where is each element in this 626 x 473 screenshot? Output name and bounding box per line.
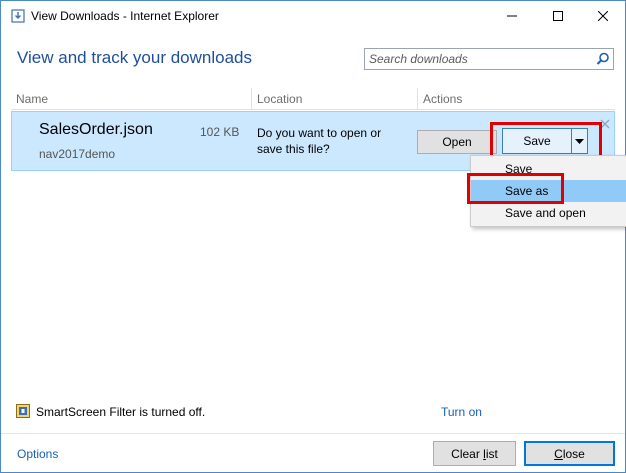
- search-input[interactable]: [365, 49, 591, 69]
- close-button[interactable]: Close: [524, 441, 615, 466]
- close-icon: [597, 11, 608, 21]
- footer-divider: [1, 433, 625, 434]
- column-separator: [251, 88, 252, 110]
- save-dropdown-button[interactable]: [571, 129, 587, 153]
- minimize-icon: [506, 15, 517, 17]
- download-prompt: Do you want to open or save this file?: [257, 126, 382, 156]
- maximize-icon: [552, 11, 563, 21]
- column-location[interactable]: Location: [257, 92, 302, 106]
- clear-list-label-start: Clear: [451, 446, 484, 461]
- column-actions[interactable]: Actions: [423, 92, 462, 106]
- window-title: View Downloads - Internet Explorer: [31, 9, 219, 23]
- turn-on-link[interactable]: Turn on: [441, 405, 482, 419]
- remove-download-icon[interactable]: [600, 119, 610, 129]
- menu-item-save[interactable]: Save: [471, 158, 626, 180]
- file-size: 102 KB: [200, 125, 240, 139]
- menu-item-save-and-open[interactable]: Save and open: [471, 202, 626, 224]
- column-name[interactable]: Name: [16, 92, 48, 106]
- dropdown-arrow-icon: [575, 138, 584, 144]
- smartscreen-status: SmartScreen Filter is turned off.: [36, 405, 206, 419]
- downloads-app-icon: [11, 9, 25, 23]
- close-label-end: lose: [562, 446, 585, 461]
- save-menu: Save Save as Save and open: [470, 155, 626, 227]
- column-header: Name Location Actions: [11, 88, 615, 110]
- save-split-button[interactable]: Save: [502, 128, 588, 154]
- save-button[interactable]: Save: [503, 129, 571, 153]
- title-bar: View Downloads - Internet Explorer: [1, 1, 625, 31]
- file-name: SalesOrder.json: [39, 121, 153, 138]
- open-button[interactable]: Open: [417, 130, 497, 154]
- clear-list-button[interactable]: Clear l ist: [433, 441, 516, 466]
- minimize-button[interactable]: [489, 1, 534, 31]
- close-window-button[interactable]: [580, 1, 625, 31]
- smartscreen-shield-icon: [16, 404, 30, 418]
- clear-list-label-end: ist: [485, 446, 498, 461]
- search-box[interactable]: [364, 48, 614, 70]
- column-separator: [417, 88, 418, 110]
- page-title: View and track your downloads: [17, 48, 252, 67]
- menu-item-save-as[interactable]: Save as: [471, 180, 626, 202]
- options-link[interactable]: Options: [17, 447, 58, 461]
- file-source: nav2017demo: [39, 147, 116, 161]
- search-icon[interactable]: [596, 52, 610, 66]
- maximize-button[interactable]: [535, 1, 580, 31]
- close-accelerator: C: [554, 446, 563, 461]
- downloads-window: View Downloads - Internet Explorer View …: [0, 0, 626, 473]
